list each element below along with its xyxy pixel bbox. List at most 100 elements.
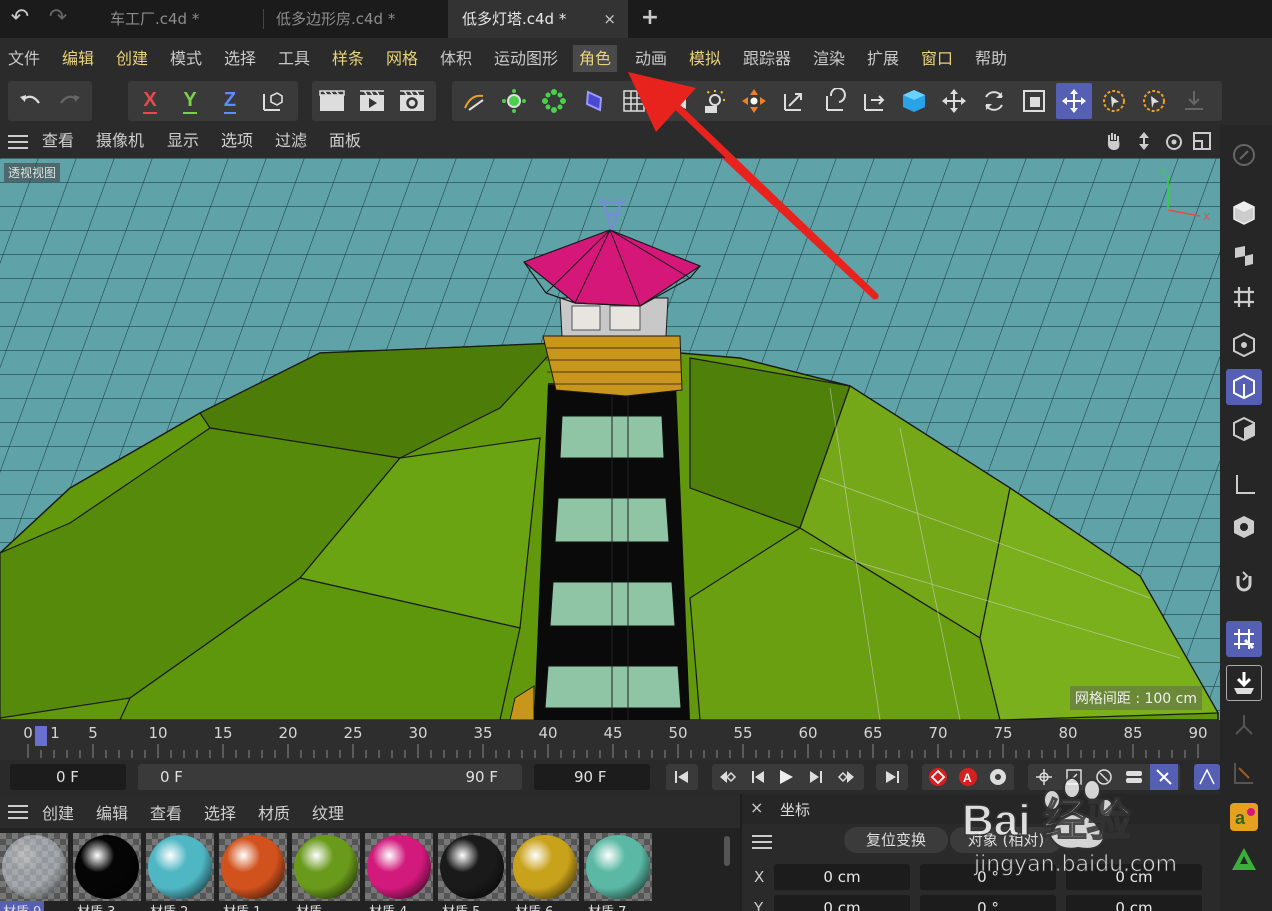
- close-panel-icon[interactable]: ×: [750, 798, 763, 817]
- position-x-field[interactable]: 0 cm: [774, 864, 910, 890]
- material-list-scrollbar[interactable]: [724, 836, 730, 866]
- material-swatch[interactable]: 材质.1: [219, 833, 287, 911]
- menu-mograph[interactable]: 运动图形: [488, 45, 564, 72]
- menu-help[interactable]: 帮助: [969, 45, 1013, 72]
- snap-magnet-icon[interactable]: [1226, 565, 1262, 601]
- texture-mode-icon[interactable]: [1226, 237, 1262, 273]
- position-y-field[interactable]: 0 cm: [774, 895, 910, 911]
- material-menu-edit[interactable]: 编辑: [96, 800, 128, 824]
- quantize-icon[interactable]: [1226, 755, 1262, 791]
- menu-mesh[interactable]: 网格: [380, 45, 424, 72]
- menu-window[interactable]: 窗口: [915, 45, 959, 72]
- go-to-start-icon[interactable]: [668, 764, 696, 790]
- cube-object-icon[interactable]: [896, 83, 932, 119]
- viewport-menu-panel[interactable]: 面板: [329, 130, 361, 152]
- reset-transform-button[interactable]: 复位变换: [844, 827, 948, 853]
- maximize-view-icon[interactable]: [1192, 131, 1212, 155]
- viewport-menu-display[interactable]: 显示: [167, 130, 199, 152]
- tab-document-1[interactable]: 车工厂.c4d *: [96, 0, 261, 38]
- selection-filter-icon[interactable]: [1136, 83, 1172, 119]
- edit-pen-icon[interactable]: [1226, 137, 1262, 173]
- go-to-end-icon[interactable]: [878, 764, 906, 790]
- point-mode-icon[interactable]: [1226, 327, 1262, 363]
- material-swatch[interactable]: 材质.3: [73, 833, 141, 911]
- record-keys-icon[interactable]: [924, 764, 952, 790]
- generator-object-icon[interactable]: [496, 83, 532, 119]
- timeline-extra-icon[interactable]: [1194, 764, 1220, 790]
- menu-tools[interactable]: 工具: [272, 45, 316, 72]
- spline-pen-icon[interactable]: [456, 83, 492, 119]
- end-frame-field[interactable]: 90 F: [534, 764, 650, 790]
- hamburger-icon[interactable]: [752, 834, 772, 853]
- menu-volume[interactable]: 体积: [434, 45, 478, 72]
- autokey-icon[interactable]: A: [954, 764, 982, 790]
- current-frame-field[interactable]: 0 F: [10, 764, 126, 790]
- key-parameter-icon[interactable]: [1120, 764, 1148, 790]
- rotation-h-field[interactable]: 0 °: [920, 864, 1056, 890]
- viewport-menu-options[interactable]: 选项: [221, 130, 253, 152]
- coordinate-mode-dropdown[interactable]: 对象 (相对): [950, 827, 1062, 853]
- timeline-ruler[interactable]: 0 5 10 15 20 25 30 35 40 45 50 55 60 65 70 75 80 85 90 1: [0, 720, 1220, 760]
- next-keyframe-icon[interactable]: [832, 764, 860, 790]
- live-selection-move-icon[interactable]: [1056, 83, 1092, 119]
- move-tool-icon[interactable]: [936, 83, 972, 119]
- menu-spline[interactable]: 样条: [326, 45, 370, 72]
- key-scale-icon[interactable]: [1060, 764, 1088, 790]
- preview-range-slider[interactable]: 0 F 90 F: [138, 764, 522, 790]
- rotation-p-field[interactable]: 0 °: [920, 895, 1056, 911]
- workplane-grid-icon[interactable]: [1226, 279, 1262, 315]
- play-icon[interactable]: [772, 764, 800, 790]
- viewport-menu-filter[interactable]: 过滤: [275, 130, 307, 152]
- undo-icon[interactable]: ↶: [6, 7, 34, 31]
- polygon-mode-icon[interactable]: [1226, 411, 1262, 447]
- live-selection-icon[interactable]: [1096, 83, 1132, 119]
- edge-mode-icon[interactable]: [1226, 369, 1262, 405]
- next-frame-icon[interactable]: [802, 764, 830, 790]
- material-swatch[interactable]: 材质.9: [0, 833, 68, 911]
- material-menu-create[interactable]: 创建: [42, 800, 74, 824]
- close-tab-icon[interactable]: ×: [603, 0, 616, 38]
- hamburger-icon[interactable]: [8, 134, 28, 153]
- key-position-icon[interactable]: [1030, 764, 1058, 790]
- cloner-icon[interactable]: [536, 83, 572, 119]
- redo-icon[interactable]: [52, 83, 88, 119]
- zoom-arrows-icon[interactable]: [1134, 131, 1154, 155]
- solo-view-icon[interactable]: [1226, 509, 1262, 545]
- viewport-menu-camera[interactable]: 摄像机: [96, 130, 144, 152]
- menu-file[interactable]: 文件: [2, 45, 46, 72]
- download-icon[interactable]: [1176, 83, 1212, 119]
- material-menu-select[interactable]: 选择: [204, 800, 236, 824]
- material-swatch[interactable]: 材质.6: [511, 833, 579, 911]
- render-settings-icon[interactable]: [394, 83, 430, 119]
- material-menu-material[interactable]: 材质: [258, 800, 290, 824]
- model-mode-icon[interactable]: [1226, 195, 1262, 231]
- scale-y-field[interactable]: 0 cm: [1066, 895, 1202, 911]
- timeline-playhead[interactable]: [35, 726, 47, 746]
- material-swatch[interactable]: 材质.5: [438, 833, 506, 911]
- material-swatch[interactable]: 材质.4: [365, 833, 433, 911]
- rotate-tool-icon[interactable]: [976, 83, 1012, 119]
- previous-frame-icon[interactable]: [744, 764, 772, 790]
- material-swatch[interactable]: 材质: [292, 833, 360, 911]
- undo-icon[interactable]: [12, 83, 48, 119]
- redo-icon[interactable]: ↷: [44, 7, 72, 31]
- plugin-logo-icon[interactable]: a: [1226, 799, 1262, 835]
- render-to-picture-viewer-icon[interactable]: [354, 83, 390, 119]
- previous-keyframe-icon[interactable]: [714, 764, 742, 790]
- tab-document-2[interactable]: 低多边形房.c4d *: [262, 0, 444, 38]
- viewport-menu-view[interactable]: 查看: [42, 130, 74, 152]
- x-axis-lock-button[interactable]: X: [132, 83, 168, 119]
- coordinate-system-icon[interactable]: [254, 83, 290, 119]
- material-swatch[interactable]: 材质.7: [584, 833, 652, 911]
- axis-mode-icon[interactable]: [1226, 467, 1262, 503]
- key-rotation-icon[interactable]: [1090, 764, 1118, 790]
- menu-create[interactable]: 创建: [110, 45, 154, 72]
- ik-tool-icon[interactable]: [1226, 707, 1262, 743]
- orbit-icon[interactable]: [1164, 131, 1184, 155]
- y-axis-lock-button[interactable]: Y: [172, 83, 208, 119]
- snap-grid-icon[interactable]: [1226, 621, 1262, 657]
- menu-select[interactable]: 选择: [218, 45, 262, 72]
- render-view-icon[interactable]: [314, 83, 350, 119]
- menu-mode[interactable]: 模式: [164, 45, 208, 72]
- new-tab-button[interactable]: +: [636, 7, 664, 31]
